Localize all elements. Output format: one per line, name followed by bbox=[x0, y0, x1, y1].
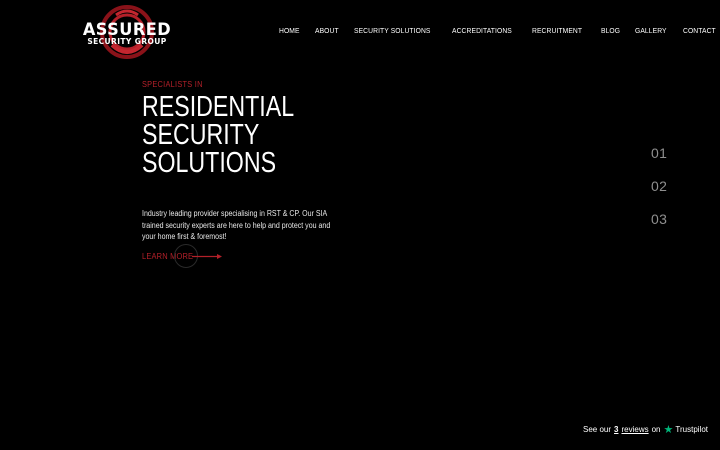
nav-item-gallery[interactable]: GALLERY bbox=[635, 26, 667, 35]
nav-item-contact[interactable]: CONTACT bbox=[683, 26, 716, 35]
trustpilot-brand-label: Trustpilot bbox=[675, 425, 708, 434]
nav-item-about[interactable]: ABOUT bbox=[315, 26, 339, 35]
headline-line: SECURITY bbox=[142, 119, 260, 151]
nav-item-home[interactable]: HOME bbox=[279, 26, 300, 35]
slide-number-3[interactable]: 03 bbox=[651, 211, 667, 244]
arrow-right-icon bbox=[192, 254, 222, 259]
slide-number-1[interactable]: 01 bbox=[651, 145, 667, 178]
star-icon: ★ bbox=[663, 423, 674, 436]
nav-item-security-solutions[interactable]: SECURITY SOLUTIONS bbox=[354, 26, 431, 35]
headline-line: SOLUTIONS bbox=[142, 147, 277, 179]
hero-headline: RESIDENTIAL SECURITY SOLUTIONS bbox=[142, 91, 472, 179]
nav-item-recruitment[interactable]: RECRUITMENT bbox=[532, 26, 582, 35]
review-count: 3 bbox=[614, 425, 619, 434]
trustpilot-on: on bbox=[651, 425, 661, 434]
slide-indicator: 01 02 03 bbox=[651, 145, 667, 244]
trustpilot-widget[interactable]: See our 3 reviews on ★ Trustpilot bbox=[583, 423, 708, 436]
nav-item-blog[interactable]: BLOG bbox=[601, 26, 620, 35]
logo-tagline: SECURITY GROUP bbox=[87, 37, 167, 46]
trustpilot-brand: ★ Trustpilot bbox=[663, 423, 708, 436]
trustpilot-prefix: See our bbox=[583, 425, 612, 434]
reviews-link[interactable]: reviews bbox=[621, 425, 648, 434]
nav-item-accreditations[interactable]: ACCREDITATIONS bbox=[452, 26, 512, 35]
hero-description: Industry leading provider specialising i… bbox=[142, 209, 331, 241]
hero-kicker: SPECIALISTS IN bbox=[142, 80, 203, 89]
slide-number-2[interactable]: 02 bbox=[651, 178, 667, 211]
headline-line: RESIDENTIAL bbox=[142, 91, 295, 123]
hero-section: SPECIALISTS IN RESIDENTIAL SECURITY SOLU… bbox=[142, 80, 472, 196]
brand-logo[interactable]: ASSURED SECURITY GROUP bbox=[76, 5, 178, 59]
learn-more-button[interactable]: LEARN MORE bbox=[142, 244, 232, 268]
main-nav: HOME ABOUT SECURITY SOLUTIONS ACCREDITAT… bbox=[279, 26, 720, 35]
